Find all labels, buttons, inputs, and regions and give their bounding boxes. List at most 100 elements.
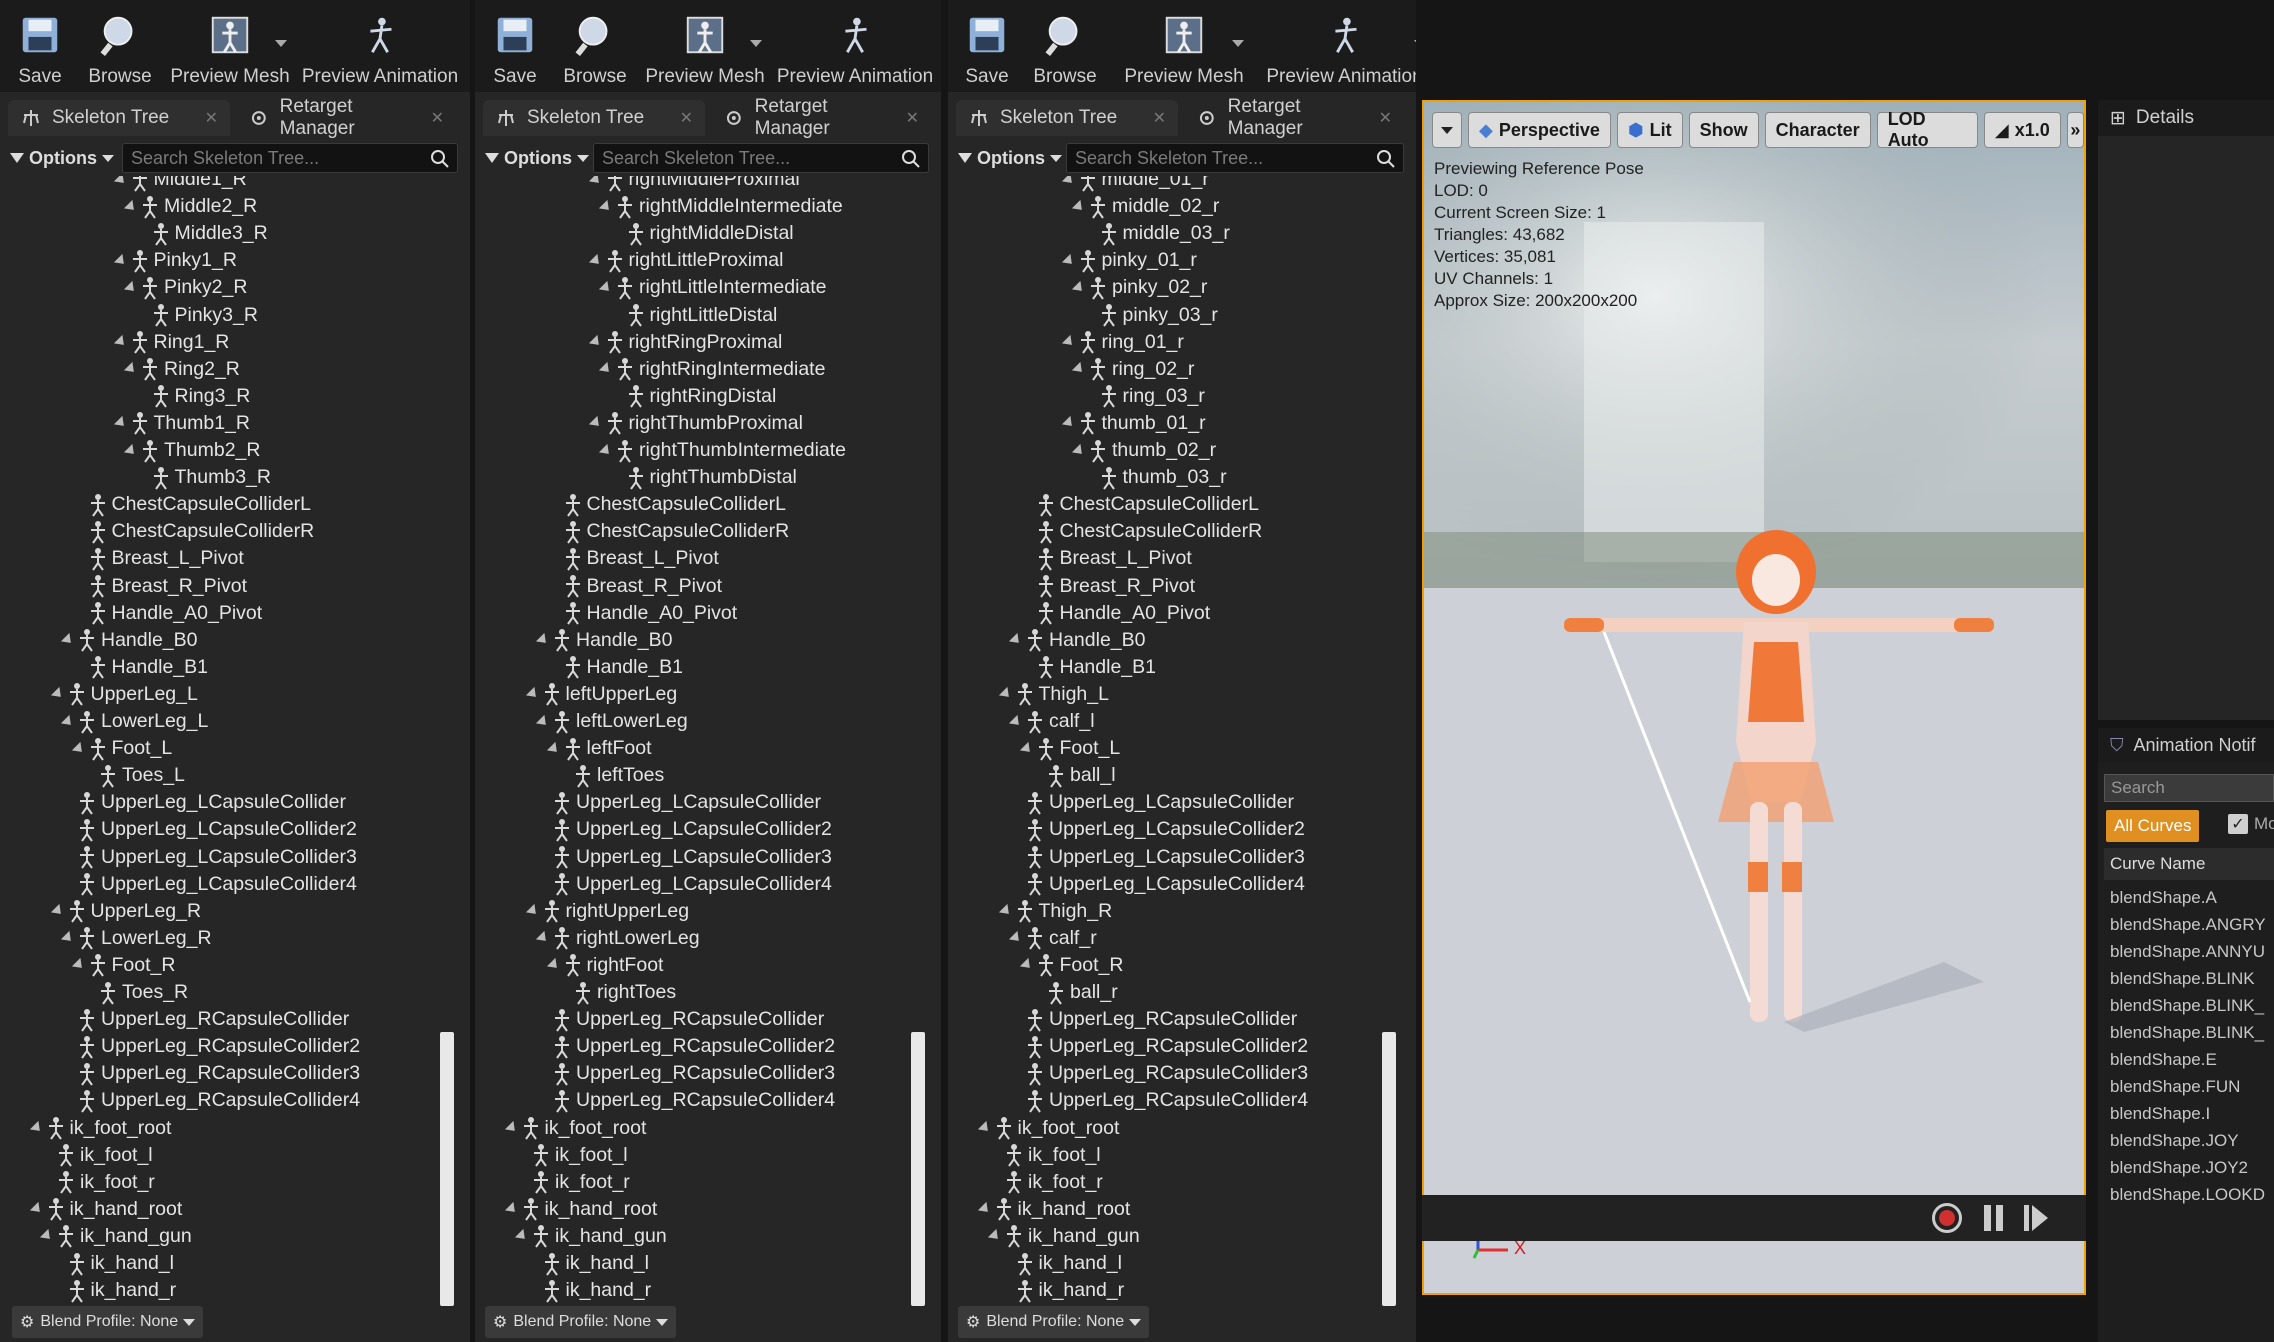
tree-row[interactable]: ring_03_r [1084, 383, 1205, 410]
search-icon[interactable] [430, 149, 450, 169]
tree-row[interactable]: rightThumbDistal [611, 464, 797, 491]
tree-row[interactable]: rightMiddleIntermediate [598, 193, 843, 220]
expand-arrow-icon[interactable] [29, 1120, 44, 1136]
tree-row[interactable]: Pinky3_R [136, 302, 258, 329]
scrollbar-thumb[interactable] [1382, 1032, 1396, 1306]
expand-arrow-icon[interactable] [588, 416, 603, 431]
search-icon[interactable] [1376, 149, 1396, 169]
expand-arrow-icon[interactable] [71, 958, 86, 973]
tree-row[interactable]: ik_foot_r [41, 1169, 155, 1196]
tree-row[interactable]: Foot_R [71, 952, 175, 979]
expand-arrow-icon[interactable] [123, 443, 139, 458]
expand-arrow-icon[interactable] [1061, 335, 1076, 350]
expand-arrow-icon[interactable] [39, 1229, 55, 1244]
search-input[interactable] [122, 143, 458, 173]
tree-row[interactable]: Middle2_R [123, 193, 257, 220]
tree-row[interactable]: Breast_R_Pivot [548, 573, 722, 600]
expand-arrow-icon[interactable] [535, 931, 551, 946]
expand-arrow-icon[interactable] [987, 1229, 1003, 1244]
tree-row[interactable]: ChestCapsuleColliderL [1021, 491, 1259, 518]
tree-row[interactable]: calf_l [1008, 708, 1095, 735]
tree-row[interactable]: LowerLeg_R [60, 925, 212, 952]
scrollbar[interactable] [440, 176, 454, 1306]
tree-row[interactable]: UpperLeg_RCapsuleCollider3 [1010, 1060, 1308, 1087]
tree-row[interactable]: rightMiddleProximal [588, 176, 800, 193]
expand-arrow-icon[interactable] [598, 280, 614, 295]
tree-row[interactable]: pinky_02_r [1071, 274, 1207, 301]
viewport-options-button[interactable] [1432, 112, 1462, 148]
tree-row[interactable]: thumb_03_r [1084, 464, 1227, 491]
save-button[interactable]: Save [475, 0, 555, 92]
expand-arrow-icon[interactable] [504, 1202, 519, 1217]
close-icon[interactable]: ✕ [431, 108, 444, 128]
tree-row[interactable]: Middle3_R [136, 220, 268, 247]
tree-row[interactable]: UpperLeg_RCapsuleCollider3 [62, 1060, 360, 1087]
expand-arrow-icon[interactable] [1019, 741, 1034, 756]
expand-arrow-icon[interactable] [598, 443, 614, 458]
pause-button[interactable] [1984, 1205, 2006, 1231]
expand-arrow-icon[interactable] [977, 1120, 992, 1136]
expand-arrow-icon[interactable] [1071, 443, 1087, 458]
tree-row[interactable]: calf_r [1008, 925, 1097, 952]
curve-item[interactable]: blendShape.A [2104, 884, 2274, 911]
options-dropdown[interactable]: Options [958, 143, 1062, 173]
expand-arrow-icon[interactable] [113, 253, 128, 268]
tree-row[interactable]: leftToes [558, 762, 664, 789]
expand-arrow-icon[interactable] [113, 335, 128, 350]
save-button[interactable]: Save [0, 0, 80, 92]
tree-row[interactable]: rightToes [558, 979, 676, 1006]
tree-row[interactable]: Ring3_R [136, 383, 250, 410]
tree-row[interactable]: Handle_A0_Pivot [548, 600, 737, 627]
expand-arrow-icon[interactable] [525, 904, 540, 919]
tree-row[interactable]: Handle_A0_Pivot [73, 600, 262, 627]
expand-arrow-icon[interactable] [598, 362, 614, 377]
tree-row[interactable]: Breast_R_Pivot [1021, 573, 1195, 600]
curve-item[interactable]: blendShape.FUN [2104, 1073, 2274, 1100]
chevron-down-icon[interactable] [1232, 40, 1244, 47]
blend-profile-dropdown[interactable]: ⚙ Blend Profile: None [485, 1306, 677, 1338]
tab-skeleton-tree[interactable]: Skeleton Tree ✕ [483, 100, 705, 136]
curve-item[interactable]: blendShape.ANNYU [2104, 938, 2274, 965]
search-input[interactable] [1066, 143, 1404, 173]
tree-row[interactable]: UpperLeg_LCapsuleCollider3 [62, 844, 357, 871]
expand-arrow-icon[interactable] [598, 199, 614, 214]
expand-arrow-icon[interactable] [50, 687, 65, 702]
expand-arrow-icon[interactable] [113, 176, 128, 187]
tab-retarget-manager[interactable]: Retarget Manager ✕ [711, 96, 931, 139]
preview-viewport[interactable]: ◆ Perspective ⬢ Lit Show Character LOD Aut… [1422, 100, 2086, 1295]
tree-row[interactable]: UpperLeg_RCapsuleCollider [1010, 1006, 1297, 1033]
step-forward-button[interactable] [2024, 1205, 2048, 1236]
tree-row[interactable]: pinky_01_r [1061, 247, 1197, 274]
expand-arrow-icon[interactable] [546, 741, 561, 756]
tree-row[interactable]: rightRingDistal [611, 383, 776, 410]
tree-row[interactable]: ik_foot_root [977, 1115, 1119, 1142]
expand-arrow-icon[interactable] [60, 931, 76, 946]
tree-row[interactable]: rightLittleIntermediate [598, 274, 827, 301]
tree-row[interactable]: UpperLeg_RCapsuleCollider4 [62, 1087, 360, 1114]
tree-row[interactable]: ik_foot_r [516, 1169, 630, 1196]
tree-row[interactable]: ik_hand_r [527, 1277, 651, 1304]
tab-skeleton-tree[interactable]: Skeleton Tree ✕ [8, 100, 230, 136]
tree-row[interactable]: rightThumbIntermediate [598, 437, 846, 464]
tree-row[interactable]: ChestCapsuleColliderR [1021, 518, 1262, 545]
tree-row[interactable]: Pinky1_R [113, 247, 237, 274]
tree-row[interactable]: UpperLeg_RCapsuleCollider2 [62, 1033, 360, 1060]
save-button[interactable]: Save [948, 0, 1026, 92]
tree-row[interactable]: ChestCapsuleColliderL [548, 491, 786, 518]
expand-arrow-icon[interactable] [535, 714, 551, 729]
close-icon[interactable]: ✕ [1379, 108, 1392, 128]
tree-row[interactable]: Breast_L_Pivot [73, 545, 244, 572]
close-icon[interactable]: ✕ [680, 108, 693, 128]
options-dropdown[interactable]: Options [485, 143, 589, 173]
close-icon[interactable]: ✕ [906, 108, 919, 128]
curve-search-input[interactable]: Search [2104, 774, 2274, 802]
options-dropdown[interactable]: Options [10, 143, 114, 173]
curve-item[interactable]: blendShape.JOY [2104, 1127, 2274, 1154]
tree-row[interactable]: ik_foot_l [41, 1142, 153, 1169]
expand-arrow-icon[interactable] [504, 1120, 519, 1136]
tree-row[interactable]: pinky_03_r [1084, 302, 1218, 329]
tree-row[interactable]: ik_foot_r [989, 1169, 1103, 1196]
tree-row[interactable]: rightLittleProximal [588, 247, 783, 274]
tree-row[interactable]: Toes_R [83, 979, 188, 1006]
curve-item[interactable]: blendShape.ANGRY [2104, 911, 2274, 938]
